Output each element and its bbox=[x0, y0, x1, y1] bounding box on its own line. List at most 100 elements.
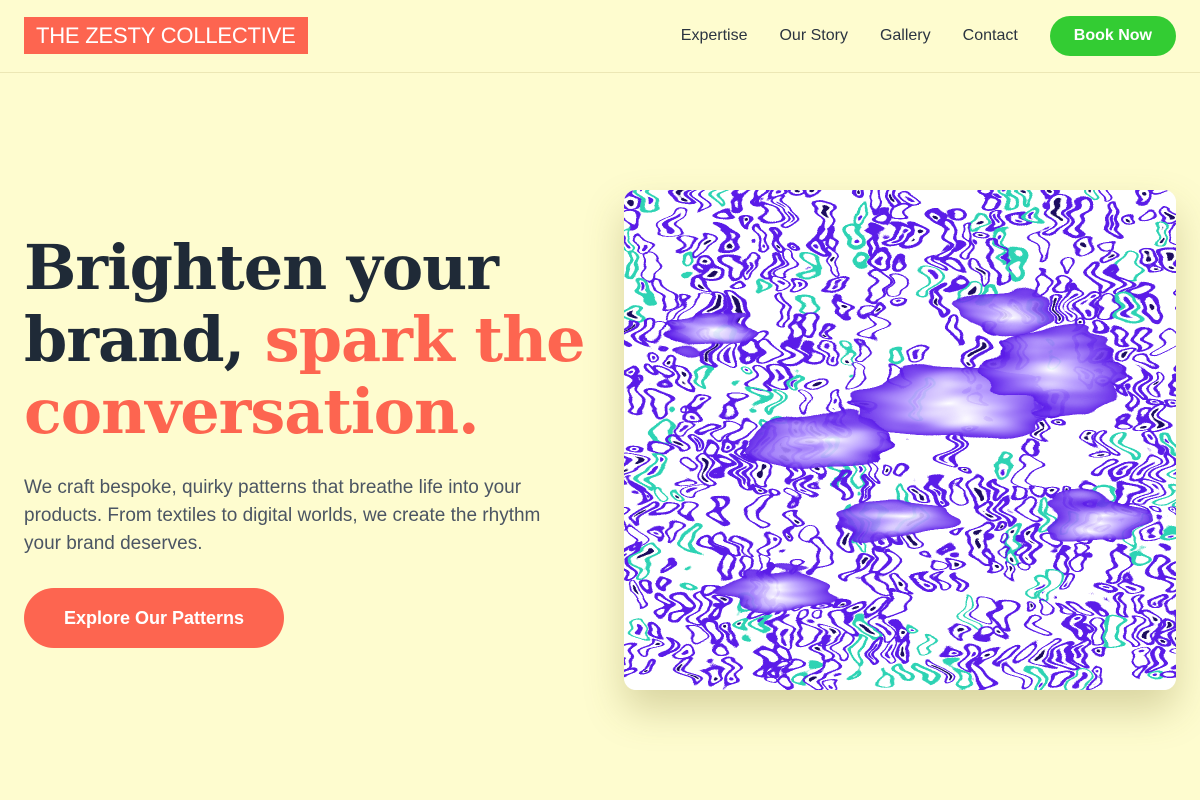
pattern-dot bbox=[984, 236, 990, 242]
pattern-dot bbox=[698, 239, 703, 249]
pattern-dot bbox=[1145, 260, 1152, 265]
pattern-dot bbox=[1128, 580, 1135, 589]
pattern-dot bbox=[1139, 649, 1146, 658]
main-nav: Expertise Our Story Gallery Contact Book… bbox=[681, 16, 1176, 56]
pattern-dot bbox=[758, 461, 765, 471]
pattern-dot bbox=[1033, 583, 1039, 589]
pattern-dot bbox=[741, 373, 746, 379]
pattern-dot bbox=[1068, 583, 1073, 589]
pattern-dot bbox=[1083, 233, 1088, 244]
pattern-image bbox=[624, 190, 1176, 690]
pattern-blob bbox=[959, 282, 1049, 338]
pattern-dot bbox=[1158, 603, 1162, 610]
pattern-dot bbox=[899, 581, 904, 592]
pattern-dot bbox=[1144, 488, 1150, 496]
pattern-dot bbox=[993, 625, 998, 631]
pattern-dot bbox=[854, 235, 860, 243]
pattern-dot bbox=[802, 488, 808, 496]
pattern-dot bbox=[841, 399, 846, 409]
pattern-dot bbox=[1015, 216, 1022, 221]
pattern-dot bbox=[701, 277, 707, 289]
pattern-dot bbox=[840, 675, 846, 682]
pattern-dot bbox=[816, 606, 822, 612]
pattern-dot bbox=[793, 516, 798, 523]
pattern-dot bbox=[956, 446, 961, 455]
pattern-dot bbox=[863, 626, 870, 634]
pattern-dot bbox=[1089, 671, 1093, 677]
pattern-dot bbox=[681, 371, 688, 382]
nav-link-contact[interactable]: Contact bbox=[963, 27, 1018, 45]
pattern-dot bbox=[776, 191, 782, 199]
pattern-dot bbox=[671, 439, 677, 448]
pattern-dot bbox=[708, 260, 715, 266]
pattern-dot bbox=[785, 533, 789, 540]
hero-description: We craft bespoke, quirky patterns that b… bbox=[24, 477, 541, 554]
pattern-dot bbox=[645, 465, 651, 473]
pattern-dot bbox=[964, 468, 969, 473]
explore-patterns-button[interactable]: Explore Our Patterns bbox=[24, 588, 284, 648]
pattern-dot bbox=[693, 441, 698, 448]
pattern-dot bbox=[651, 670, 655, 677]
pattern-dot bbox=[880, 539, 887, 547]
pattern-dot bbox=[635, 486, 639, 494]
pattern-dot bbox=[816, 236, 821, 247]
pattern-dot bbox=[892, 463, 897, 470]
pattern-dot bbox=[878, 307, 882, 315]
pattern-dot bbox=[813, 376, 820, 382]
pattern-dot bbox=[957, 624, 961, 633]
pattern-dot bbox=[689, 401, 696, 408]
pattern-dot bbox=[900, 303, 907, 308]
pattern-dot bbox=[1153, 416, 1159, 427]
pattern-dot bbox=[830, 283, 837, 288]
nav-link-our-story[interactable]: Our Story bbox=[779, 27, 847, 45]
pattern-dot bbox=[920, 349, 926, 356]
pattern-dot bbox=[1148, 533, 1154, 539]
pattern-dot bbox=[631, 442, 636, 450]
pattern-dot bbox=[738, 468, 743, 479]
pattern-dot bbox=[777, 372, 784, 382]
pattern-dot bbox=[794, 279, 800, 287]
pattern-dot bbox=[709, 346, 713, 357]
pattern-dot bbox=[1138, 420, 1145, 428]
book-now-button[interactable]: Book Now bbox=[1049, 16, 1176, 56]
pattern-dot bbox=[871, 646, 875, 656]
site-header: THE ZESTY COLLECTIVE Expertise Our Story… bbox=[0, 0, 1200, 73]
pattern-dot bbox=[680, 651, 687, 660]
pattern-dot bbox=[936, 674, 940, 680]
pattern-dot bbox=[1166, 445, 1170, 454]
pattern-dot bbox=[841, 302, 847, 310]
pattern-dot bbox=[833, 333, 838, 339]
pattern-dot bbox=[1079, 324, 1083, 332]
pattern-dot bbox=[1107, 257, 1111, 267]
pattern-dot bbox=[644, 558, 650, 567]
pattern-dot bbox=[784, 210, 788, 220]
pattern-dot bbox=[1163, 533, 1170, 538]
pattern-dot bbox=[965, 283, 972, 291]
pattern-dot bbox=[654, 538, 660, 543]
pattern-dot bbox=[721, 237, 726, 243]
pattern-dot bbox=[939, 300, 943, 312]
pattern-dot bbox=[841, 531, 846, 540]
brand-logo[interactable]: THE ZESTY COLLECTIVE bbox=[24, 17, 308, 54]
pattern-dot bbox=[1062, 653, 1069, 661]
pattern-dot bbox=[940, 216, 945, 225]
pattern-dot bbox=[1156, 373, 1160, 380]
headline-line-1: Brighten your bbox=[24, 231, 499, 304]
pattern-dot bbox=[993, 533, 997, 538]
pattern-blob bbox=[984, 330, 1124, 410]
pattern-dot bbox=[1005, 556, 1009, 567]
pattern-dot bbox=[1031, 213, 1036, 219]
pattern-dot bbox=[731, 442, 737, 449]
pattern-dot bbox=[631, 306, 638, 317]
nav-link-expertise[interactable]: Expertise bbox=[681, 27, 748, 45]
pattern-dot bbox=[749, 485, 754, 494]
pattern-dot bbox=[921, 584, 926, 591]
nav-link-gallery[interactable]: Gallery bbox=[880, 27, 931, 45]
pattern-dot bbox=[681, 421, 686, 430]
pattern-dot bbox=[817, 649, 822, 659]
pattern-dot bbox=[1050, 490, 1056, 497]
pattern-dot bbox=[627, 556, 633, 566]
pattern-dot bbox=[784, 629, 790, 640]
pattern-dot bbox=[986, 554, 992, 562]
pattern-dot bbox=[855, 557, 860, 566]
